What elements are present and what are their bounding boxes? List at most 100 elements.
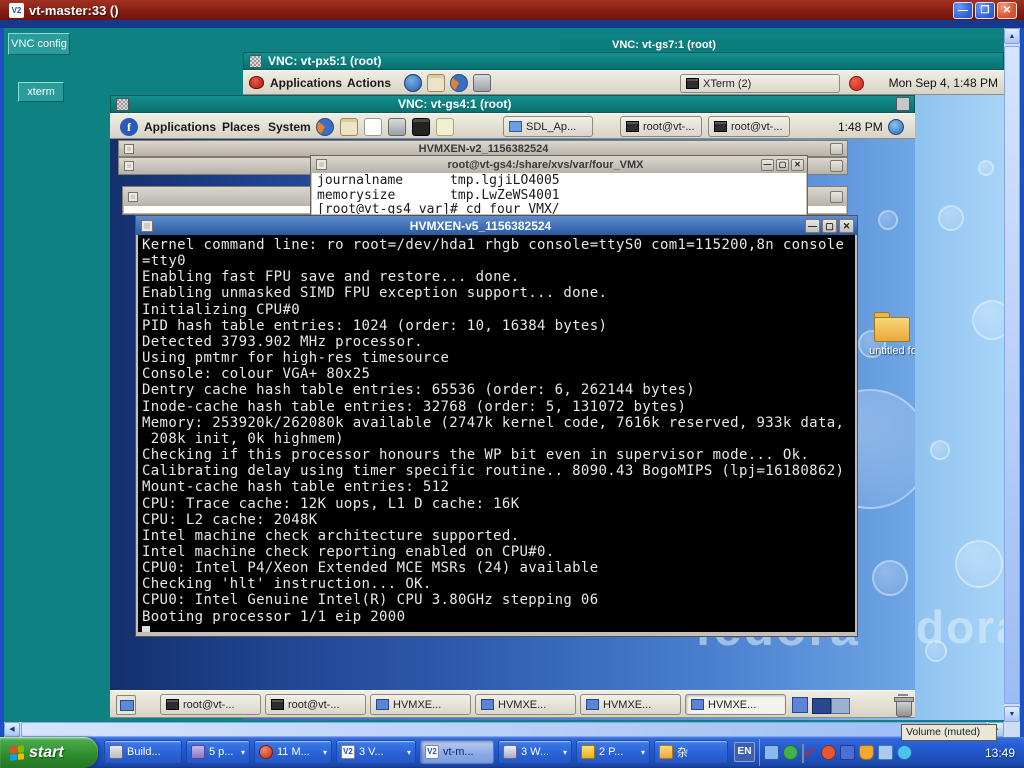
hvm-terminal-titlebar[interactable]: HVMXEN-v5_1156382524 — ▢ ✕ xyxy=(136,216,857,235)
four-vmx-titlebar[interactable]: root@vt-gs4:/share/xvs/var/four_VMX — ▢ … xyxy=(311,156,807,173)
network-icon[interactable] xyxy=(878,745,893,760)
terminal-icon[interactable] xyxy=(412,118,430,136)
trash-icon[interactable] xyxy=(893,694,913,716)
mozilla-icon[interactable] xyxy=(450,74,468,92)
ime-icon[interactable] xyxy=(840,745,855,760)
minimize-button[interactable]: — xyxy=(805,219,820,233)
tray-clock[interactable]: 13:49 xyxy=(978,737,1022,768)
window-button-root-2[interactable]: root@vt-... xyxy=(708,116,790,137)
antivirus-icon[interactable] xyxy=(783,745,798,760)
vertical-scrollbar-thumb[interactable] xyxy=(1004,46,1020,704)
tasklist-xterm-button[interactable]: XTerm (2) xyxy=(680,74,840,93)
maximize-button[interactable]: ▢ xyxy=(776,159,789,171)
px5-window-titlebar[interactable]: VNC: vt-px5:1 (root) xyxy=(243,52,1004,70)
taskbar-group-w[interactable]: 3 W...▾ xyxy=(498,740,572,764)
desktop-folder-label[interactable]: untitled fo xyxy=(862,345,915,359)
taskbar-group-vnc[interactable]: V23 V...▾ xyxy=(336,740,416,764)
minimize-button[interactable]: — xyxy=(761,159,774,171)
close-button[interactable]: ✕ xyxy=(839,219,854,233)
px5-menu-actions[interactable]: Actions xyxy=(347,71,391,96)
taskbar-button-folder[interactable]: 杂 xyxy=(654,740,728,764)
window-button-root-1[interactable]: root@vt-... xyxy=(620,116,702,137)
maximize-button[interactable]: ▢ xyxy=(822,219,837,233)
close-button[interactable]: ✕ xyxy=(997,2,1017,19)
gs4-clock[interactable]: 1:48 PM xyxy=(838,114,883,140)
taskbar-group-putty[interactable]: 2 P...▾ xyxy=(576,740,650,764)
world-clock-icon[interactable] xyxy=(888,119,904,135)
horizontal-scrollbar-thumb[interactable] xyxy=(21,722,987,737)
desktop-folder-icon[interactable] xyxy=(874,312,914,344)
taskbutton-hvmxen-1[interactable]: HVMXE... xyxy=(370,694,471,715)
scroll-up-button[interactable]: ▲ xyxy=(1004,28,1020,44)
resize-icon[interactable] xyxy=(896,97,910,111)
close-button[interactable] xyxy=(830,191,843,203)
px5-top-panel: Applications Actions XTerm (2) Mon Sep 4… xyxy=(243,70,1004,95)
firefox-icon[interactable] xyxy=(316,118,334,136)
vnc-config-icon-window[interactable]: VNC config xyxy=(8,33,70,55)
workspace-1-active[interactable] xyxy=(812,698,831,714)
four-vmx-title: root@vt-gs4:/share/xvs/var/four_VMX xyxy=(332,159,759,171)
vm-status-icon[interactable] xyxy=(792,697,808,713)
px5-menu-applications[interactable]: Applications xyxy=(270,71,342,96)
four-vmx-terminal-content[interactable]: journalname tmp.lgjiLO4005 memorysize tm… xyxy=(312,173,806,214)
minimize-button[interactable]: — xyxy=(953,2,973,19)
taskbutton-hvmxen-2[interactable]: HVMXE... xyxy=(475,694,576,715)
taskbar-button-build[interactable]: Build... xyxy=(104,740,182,764)
close-button[interactable] xyxy=(830,143,843,155)
taskbar-button-label: 5 p... xyxy=(209,746,233,758)
hvm-terminal-text: Kernel command line: ro root=/dev/hda1 r… xyxy=(138,235,855,625)
maximize-button[interactable]: ❐ xyxy=(975,2,995,19)
terminal-icon xyxy=(626,121,639,132)
fedora-menu-icon[interactable]: f xyxy=(120,118,138,136)
scroll-left-button[interactable]: ◀ xyxy=(4,722,20,737)
gs7-window-titlebar[interactable]: VNC: vt-gs7:1 (root) xyxy=(560,38,1004,52)
web-browser-icon[interactable] xyxy=(404,74,422,92)
folder-icon xyxy=(659,745,673,759)
show-desktop-icon[interactable] xyxy=(116,695,136,715)
gs4-window-titlebar[interactable]: VNC: vt-gs4:1 (root) xyxy=(110,95,915,113)
email-icon[interactable] xyxy=(427,74,445,92)
close-button[interactable]: ✕ xyxy=(791,159,804,171)
workspace-2[interactable] xyxy=(831,698,850,714)
iconify-icon[interactable] xyxy=(116,98,129,111)
xp-window-titlebar[interactable]: V2 vt-master:33 () — ❐ ✕ xyxy=(0,0,1024,20)
hvm-terminal-content[interactable]: Kernel command line: ro root=/dev/hda1 r… xyxy=(138,235,855,632)
redhat-menu-icon[interactable] xyxy=(249,76,264,89)
printer-icon[interactable] xyxy=(473,74,491,92)
gs4-menu-system[interactable]: System xyxy=(268,114,311,140)
alert-notifier-icon[interactable] xyxy=(849,76,864,91)
vnc-app-icon: V2 xyxy=(9,3,24,18)
language-indicator[interactable]: EN xyxy=(734,742,755,762)
gs4-menu-applications[interactable]: Applications xyxy=(144,114,216,140)
taskbar-button-label: 3 W... xyxy=(521,746,549,758)
start-button[interactable]: start xyxy=(0,737,98,768)
iconify-icon[interactable] xyxy=(249,55,262,68)
xterm-icon-window[interactable]: xterm xyxy=(18,82,64,102)
hvm-terminal-title: HVMXEN-v5_1156382524 xyxy=(158,219,803,233)
taskbar-group-p[interactable]: 5 p...▾ xyxy=(186,740,250,764)
volume-muted-icon[interactable] xyxy=(802,744,804,763)
taskbutton-hvmxen-4-active[interactable]: HVMXE... xyxy=(685,694,786,715)
messenger-icon[interactable] xyxy=(897,745,912,760)
px5-clock[interactable]: Mon Sep 4, 1:48 PM xyxy=(889,71,998,96)
taskbutton-root-1[interactable]: root@vt-... xyxy=(160,694,261,715)
printer-icon[interactable] xyxy=(388,118,406,136)
email-icon[interactable] xyxy=(340,118,358,136)
gs4-menu-places[interactable]: Places xyxy=(222,114,260,140)
taskbutton-hvmxen-3[interactable]: HVMXE... xyxy=(580,694,681,715)
taskbar-button-vtmaster-active[interactable]: V2vt-m... xyxy=(420,740,494,764)
px5-window-title: VNC: vt-px5:1 (root) xyxy=(268,54,381,68)
status-red-icon[interactable] xyxy=(821,745,836,760)
taskbar-group-m[interactable]: 11 M...▾ xyxy=(254,740,332,764)
shield-icon[interactable] xyxy=(859,745,874,760)
remote-display-icon[interactable] xyxy=(764,745,779,760)
window-button-sdl[interactable]: SDL_Ap... xyxy=(503,116,593,137)
workspace-switcher[interactable] xyxy=(812,698,850,713)
wallpaper-bubble xyxy=(878,210,898,230)
notes-icon[interactable] xyxy=(436,118,454,136)
close-button[interactable] xyxy=(830,160,843,172)
taskbutton-root-2[interactable]: root@vt-... xyxy=(265,694,366,715)
document-icon[interactable] xyxy=(364,118,382,136)
scroll-down-button[interactable]: ▼ xyxy=(1004,706,1020,722)
wallpaper-bubble xyxy=(930,440,950,460)
